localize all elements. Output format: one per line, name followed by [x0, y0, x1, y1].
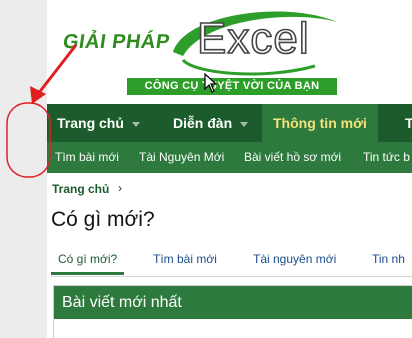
breadcrumb-separator: › — [118, 181, 122, 195]
sub-nav: Tìm bài mới Tài Nguyên Mới Bài viết hồ s… — [47, 142, 412, 173]
subnav-item-new-profile-posts[interactable]: Bài viết hồ sơ mới — [244, 142, 341, 173]
forum-page: GIẢI PHÁP Excel CÔNG CỤ TUYỆT VỜI CỦA BẠ… — [47, 0, 412, 338]
nav-item-label: Trang chủ — [57, 115, 124, 131]
main-nav: Trang chủ Diễn đàn Thông tin mới T — [47, 104, 412, 142]
nav-item-label: Diễn đàn — [173, 115, 233, 131]
nav-item-home[interactable]: Trang chủ — [57, 104, 140, 142]
tab-whats-new[interactable]: Có gì mới? — [51, 244, 125, 275]
subnav-item-news[interactable]: Tin tức b — [363, 142, 410, 173]
chevron-down-icon[interactable] — [240, 121, 249, 127]
tab-truncated[interactable]: Tin nh — [372, 244, 405, 274]
subnav-item-new-resources[interactable]: Tài Nguyên Mới — [139, 142, 224, 173]
latest-posts-block: Bài viết mới nhất — [53, 285, 412, 338]
nav-item-label: T — [405, 115, 412, 131]
site-header: GIẢI PHÁP Excel CÔNG CỤ TUYỆT VỜI CỦA BẠ… — [47, 0, 412, 104]
left-gutter — [0, 0, 47, 338]
page-title: Có gì mới? — [51, 208, 155, 231]
tab-new-posts[interactable]: Tìm bài mới — [153, 244, 217, 274]
mouse-cursor-icon — [204, 73, 218, 93]
nav-item-forums[interactable]: Diễn đàn — [173, 104, 249, 142]
breadcrumb-home[interactable]: Trang chủ — [52, 182, 109, 196]
logo-giai-phap: GIẢI PHÁP — [61, 31, 172, 53]
nav-item-whats-new[interactable]: Thông tin mới — [262, 104, 378, 142]
nav-item-label: Thông tin mới — [273, 115, 367, 131]
tab-new-resources[interactable]: Tài nguyên mới — [253, 244, 336, 274]
logo-excel-wordmark: Excel — [196, 13, 310, 64]
subnav-item-new-posts[interactable]: Tìm bài mới — [55, 142, 119, 173]
latest-posts-heading: Bài viết mới nhất — [54, 286, 412, 319]
logo-tagline: CÔNG CỤ TUYỆT VỜI CỦA BẠN — [127, 78, 337, 95]
chevron-down-icon[interactable] — [131, 121, 140, 127]
nav-item-truncated[interactable]: T — [405, 104, 412, 142]
whats-new-tabs: Có gì mới? Tìm bài mới Tài nguyên mới Ti… — [51, 244, 412, 277]
